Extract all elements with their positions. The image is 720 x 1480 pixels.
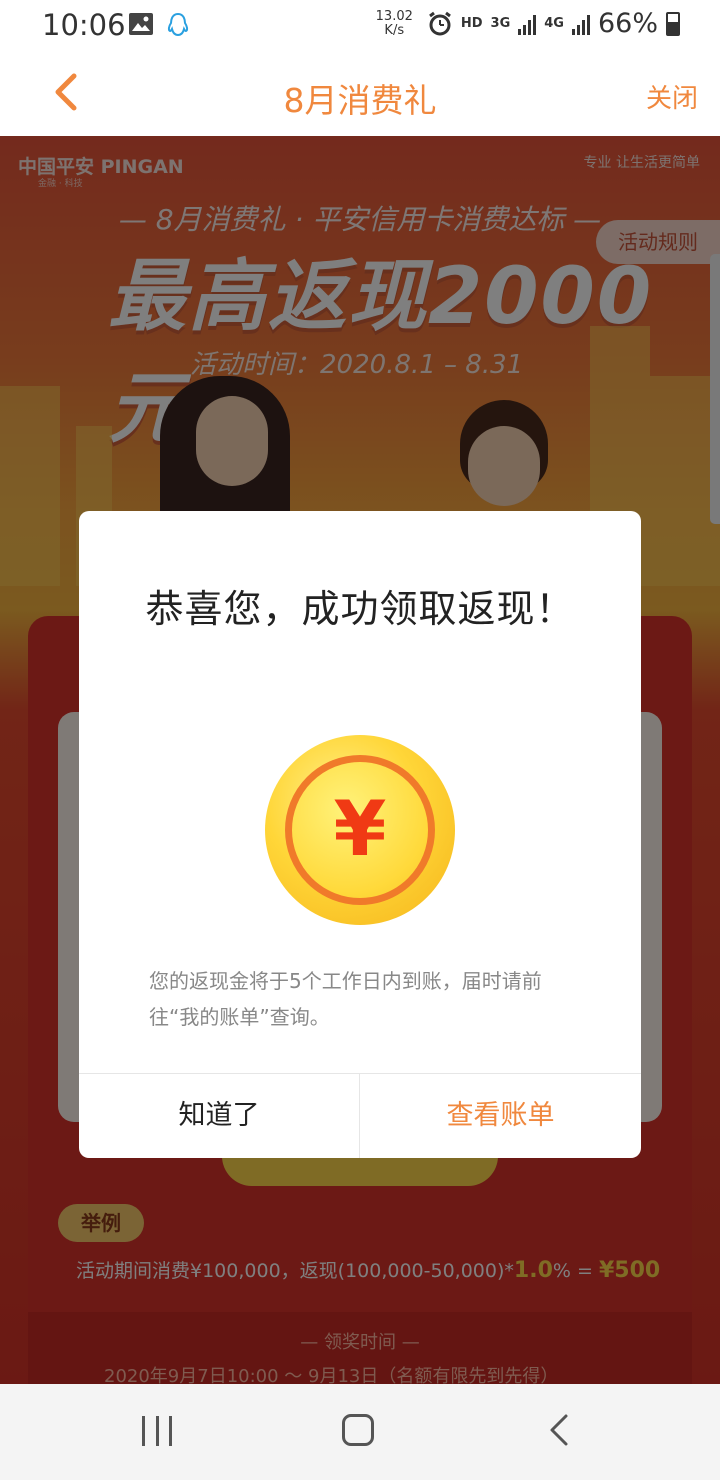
coin-ring: ¥ — [285, 755, 435, 905]
page-title: 8月消费礼 — [283, 81, 437, 120]
navigation-bar: 8月消费礼 关闭 — [0, 50, 720, 136]
hd-label: HD — [460, 16, 483, 31]
alarm-icon — [428, 11, 451, 35]
3g-label: 3G — [490, 16, 511, 31]
status-right-group: 13.02 K/s HD 3G 4G 66% — [376, 8, 680, 39]
status-bar: 10:06 13.02 K/s HD 3G 4G 66% — [0, 0, 720, 50]
net-speed-value: 13.02 — [375, 8, 413, 24]
recent-apps-icon[interactable] — [142, 1416, 172, 1446]
close-button[interactable]: 关闭 — [646, 78, 698, 115]
battery-percent: 66% — [597, 8, 658, 39]
net-speed-unit: K/s — [384, 22, 405, 38]
coin-icon: ¥ — [265, 735, 455, 925]
battery-icon — [666, 11, 680, 36]
signal-4g-icon — [571, 13, 590, 35]
qq-icon — [167, 12, 189, 37]
4g-label: 4G — [544, 16, 564, 31]
dialog-description: 您的返现金将于5个工作日内到账，届时请前往“我的账单”查询。 — [149, 969, 542, 1029]
system-back-icon[interactable] — [544, 1412, 574, 1448]
dialog-title: 恭喜您，成功领取返现！ — [145, 587, 575, 631]
home-icon[interactable] — [342, 1414, 374, 1446]
status-time: 10:06 — [42, 8, 126, 42]
yuan-symbol: ¥ — [333, 784, 387, 873]
success-dialog: 恭喜您，成功领取返现！ ¥ 您的返现金将于5个工作日内到账，届时请前往“我的账单… — [79, 511, 641, 1158]
net-speed: 13.02 K/s — [375, 8, 413, 38]
signal-3g-icon — [518, 13, 537, 35]
got-it-button[interactable]: 知道了 — [79, 1074, 359, 1158]
system-nav-bar — [0, 1384, 720, 1480]
gallery-icon — [129, 13, 153, 35]
view-bill-button[interactable]: 查看账单 — [360, 1074, 641, 1158]
